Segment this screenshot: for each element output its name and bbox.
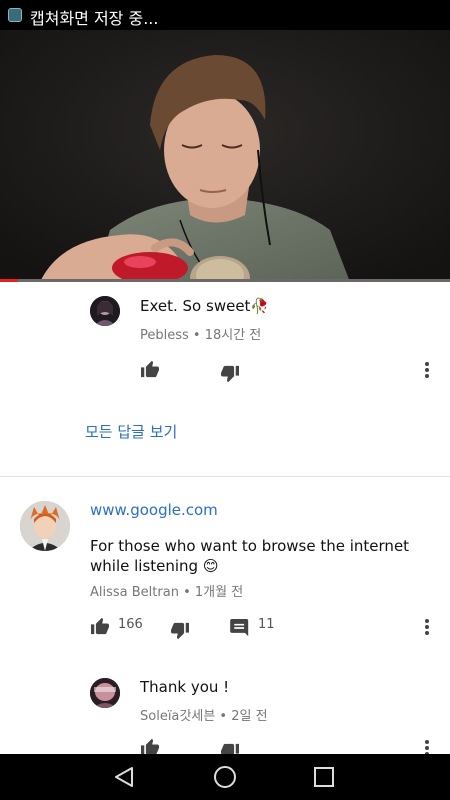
reply-meta: Pebless • 18시간 전 (140, 328, 262, 343)
avatar-image (90, 296, 120, 326)
comment-meta: Alissa Beltran • 1개월 전 (90, 585, 244, 600)
avatar-image (20, 501, 70, 551)
back-icon[interactable] (111, 764, 137, 790)
reply-count: 11 (258, 617, 275, 632)
comment-text: For those who want to browse the interne… (90, 537, 410, 575)
avatar-image (90, 678, 120, 708)
system-navigation-bar (0, 754, 450, 800)
like-icon[interactable] (90, 617, 110, 635)
avatar[interactable] (90, 678, 120, 708)
reply-comment-icon[interactable] (230, 619, 250, 637)
status-text: 캡쳐화면 저장 중... (30, 9, 159, 28)
dislike-icon[interactable] (170, 622, 190, 640)
like-icon[interactable] (140, 360, 160, 378)
video-frame (0, 30, 450, 282)
recent-apps-icon[interactable] (311, 764, 337, 790)
view-all-replies-link[interactable]: 모든 답글 보기 (85, 421, 177, 442)
more-options-icon[interactable] (423, 362, 431, 380)
comment-link[interactable]: www.google.com (90, 501, 218, 519)
reply-text: Thank you ! (140, 678, 230, 696)
video-progress-bar[interactable] (0, 279, 450, 282)
dislike-icon[interactable] (220, 365, 240, 383)
avatar[interactable] (90, 296, 120, 326)
divider (0, 476, 450, 477)
avatar[interactable] (20, 501, 70, 551)
reply-text: Exet. So sweet🥀 (140, 297, 270, 315)
status-bar: 캡쳐화면 저장 중... (0, 0, 450, 30)
video-player[interactable] (0, 30, 450, 282)
home-icon[interactable] (212, 764, 238, 790)
like-count: 166 (118, 617, 143, 632)
more-options-icon[interactable] (423, 619, 431, 637)
reply-meta: Soleïa갓세븐 • 2일 전 (140, 709, 268, 724)
screenshot-app-icon (8, 8, 22, 22)
video-progress-fill (0, 279, 18, 282)
